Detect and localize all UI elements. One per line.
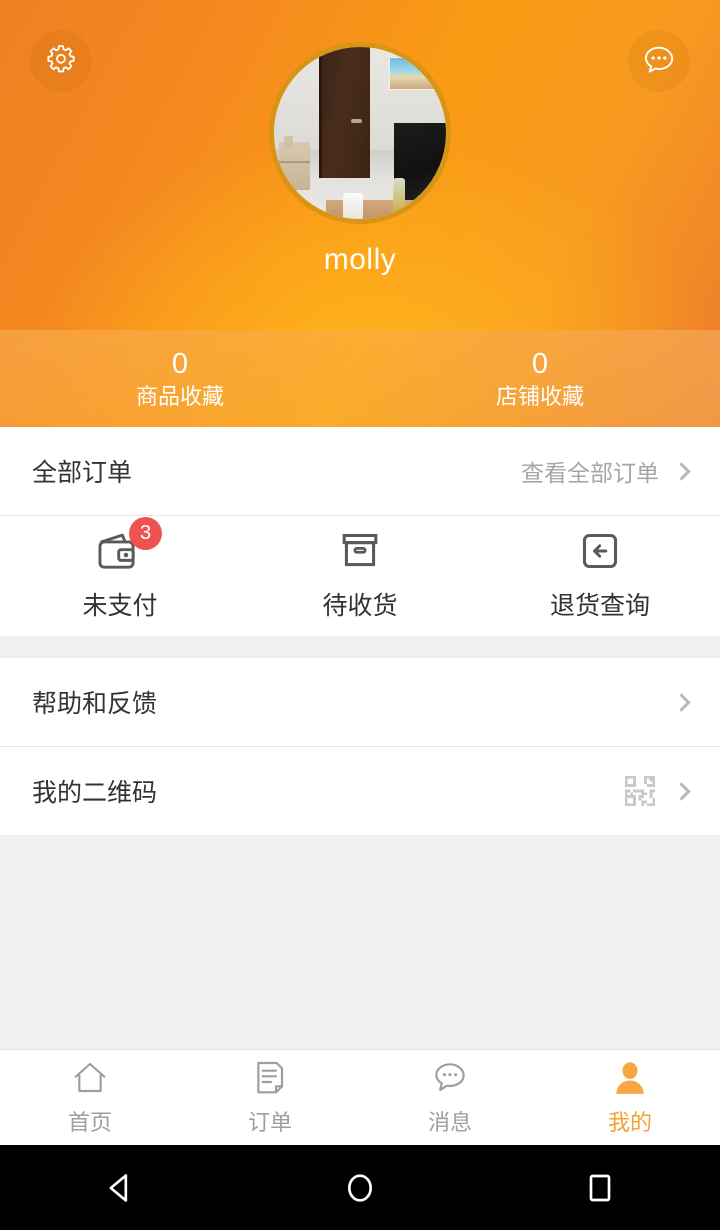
- username: molly: [323, 243, 397, 276]
- home-circle-icon: [347, 1173, 373, 1202]
- tab-label: 订单: [247, 1110, 292, 1135]
- tile-icon-wrap: [574, 530, 626, 572]
- menu-item-label: 我的二维码: [32, 779, 158, 807]
- tab-label: 我的: [607, 1110, 652, 1135]
- tab-label: 首页: [67, 1110, 112, 1135]
- chevron-right-icon: [672, 781, 691, 801]
- settings-button[interactable]: [30, 30, 92, 92]
- order-tile-unpaid[interactable]: 3 未支付: [0, 517, 240, 622]
- stat-label: 商品收藏: [135, 383, 224, 409]
- view-all-orders-label: 查看全部订单: [521, 460, 659, 486]
- chevron-right-icon: [672, 461, 691, 481]
- tab-mine[interactable]: 我的: [540, 1050, 720, 1145]
- stat-value: 0: [171, 347, 189, 380]
- home-icon: [74, 1062, 106, 1093]
- tab-messages[interactable]: 消息: [360, 1050, 540, 1145]
- order-status-tiles: 3 未支付 待收货 退货查询: [0, 516, 720, 636]
- chat-bubble-dots-icon: [644, 46, 674, 73]
- tab-orders[interactable]: 订单: [180, 1050, 360, 1145]
- tile-label: 待收货: [322, 592, 398, 620]
- menu-item-my-qr-code[interactable]: 我的二维码: [0, 747, 720, 835]
- stat-value: 0: [531, 347, 549, 380]
- menu-item-label: 帮助和反馈: [32, 690, 158, 718]
- system-back-button[interactable]: [60, 1145, 180, 1230]
- app-screen: molly 0 商品收藏 0 店铺收藏 全部订单 查看全部订单 3 未支付 待收…: [0, 0, 720, 1230]
- messages-button[interactable]: [628, 30, 690, 92]
- bottom-spacer: [0, 835, 720, 1027]
- order-tile-pending-delivery[interactable]: 待收货: [240, 530, 480, 622]
- stat-label: 店铺收藏: [495, 383, 584, 409]
- android-system-nav: [0, 1145, 720, 1230]
- document-list-icon: [257, 1061, 284, 1094]
- chat-bubble-icon: [435, 1063, 465, 1092]
- chevron-right-icon: [672, 692, 691, 712]
- tile-icon-wrap: 3: [94, 517, 162, 572]
- order-tile-return-inquiry[interactable]: 退货查询: [480, 530, 720, 622]
- recents-square-icon: [589, 1174, 611, 1201]
- system-home-button[interactable]: [300, 1145, 420, 1230]
- avatar[interactable]: [269, 42, 451, 224]
- person-icon: [616, 1062, 644, 1094]
- back-triangle-icon: [109, 1173, 128, 1202]
- menu-card: 帮助和反馈 我的二维码: [0, 658, 720, 835]
- menu-item-help-feedback[interactable]: 帮助和反馈: [0, 658, 720, 746]
- bottom-tab-bar: 首页 订单 消息 我的: [0, 1049, 720, 1145]
- all-orders-title: 全部订单: [32, 459, 133, 487]
- unpaid-badge: 3: [129, 517, 162, 550]
- avatar-photo: [274, 47, 446, 219]
- stats-bar: 0 商品收藏 0 店铺收藏: [0, 330, 720, 427]
- section-spacer: [0, 636, 720, 658]
- qr-code-icon: [625, 776, 655, 806]
- tile-icon-wrap: [334, 530, 386, 572]
- return-arrow-icon: [582, 533, 618, 569]
- stat-shop-favorites[interactable]: 0 店铺收藏: [360, 330, 720, 427]
- profile-header: molly: [0, 0, 720, 330]
- system-recents-button[interactable]: [540, 1145, 660, 1230]
- tile-label: 退货查询: [549, 592, 650, 620]
- tab-home[interactable]: 首页: [0, 1050, 180, 1145]
- all-orders-row[interactable]: 全部订单 查看全部订单: [0, 427, 720, 515]
- tile-label: 未支付: [82, 592, 158, 620]
- package-box-icon: [342, 533, 378, 567]
- gear-icon: [47, 45, 75, 73]
- orders-card: 全部订单 查看全部订单 3 未支付 待收货 退货查询: [0, 427, 720, 636]
- tab-label: 消息: [427, 1110, 472, 1135]
- stat-product-favorites[interactable]: 0 商品收藏: [0, 330, 360, 427]
